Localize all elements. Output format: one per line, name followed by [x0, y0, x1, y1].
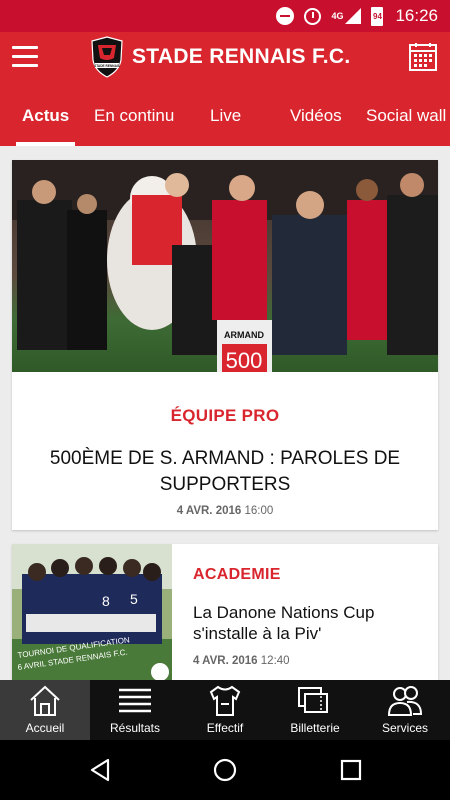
battery-level: 94: [373, 11, 382, 21]
signal-icon: 4G: [331, 8, 362, 24]
article-title: 500ÈME DE S. ARMAND : PAROLES DE SUPPORT…: [49, 448, 401, 495]
tickets-icon: [298, 687, 328, 713]
tab-live[interactable]: Live: [206, 86, 245, 146]
jersey-icon: [209, 685, 241, 716]
hamburger-menu-icon[interactable]: [12, 46, 38, 68]
placard-number: 500: [226, 348, 263, 372]
tab-social-wall[interactable]: Social wall: [362, 86, 450, 146]
nav-services[interactable]: Services: [360, 680, 450, 740]
tab-en-continu[interactable]: En continu: [90, 86, 178, 146]
article-date-day: 4 AVR. 2016: [176, 505, 242, 517]
nav-label: Effectif: [206, 721, 244, 735]
svg-text:5: 5: [130, 591, 138, 607]
nav-billetterie[interactable]: Billetterie: [270, 680, 360, 740]
nav-accueil[interactable]: Accueil: [0, 680, 90, 740]
alarm-icon: [304, 7, 322, 25]
home-icon: [30, 685, 60, 716]
recent-apps-icon[interactable]: [339, 758, 363, 782]
article-date-time: 16:00: [244, 505, 274, 517]
nav-resultats[interactable]: Résultats: [90, 680, 180, 740]
app-bar: STADE RENNAIS STADE RENNAIS F.C.: [0, 32, 450, 86]
crest-text: STADE RENNAIS: [94, 64, 120, 68]
battery-icon: 94: [371, 6, 384, 26]
calendar-icon[interactable]: [408, 42, 438, 72]
tab-videos[interactable]: Vidéos: [286, 86, 346, 146]
app-title: STADE RENNAIS F.C.: [132, 45, 351, 68]
club-crest-logo: STADE RENNAIS: [91, 36, 123, 78]
nav-label: Accueil: [25, 721, 65, 735]
nav-label: Billetterie: [290, 721, 340, 735]
home-circle-icon[interactable]: [213, 758, 237, 782]
tab-actus[interactable]: Actus: [15, 86, 76, 146]
nav-effectif[interactable]: Effectif: [180, 680, 270, 740]
nav-label: Services: [381, 721, 428, 735]
do-not-disturb-icon: [276, 7, 295, 25]
results-list-icon: [119, 688, 151, 713]
bottom-navigation: Accueil Résultats Effectif Billetterie S…: [0, 680, 450, 740]
brand: STADE RENNAIS STADE RENNAIS F.C.: [90, 36, 351, 78]
services-people-icon: [387, 686, 423, 716]
news-feed: ARMAND 500 ÉQUIPE PRO 500ÈME DE S. ARMAN…: [0, 146, 450, 680]
article-photo: ARMAND 500: [12, 160, 438, 372]
back-icon[interactable]: [88, 758, 112, 782]
placard-name: ARMAND: [224, 330, 264, 340]
svg-text:8: 8: [102, 593, 110, 609]
article-card[interactable]: 8 5 TOURNOI DE QUALIFICATION 6 AVRIL STA…: [12, 544, 438, 680]
article-date: 4 AVR. 2016 12:40: [193, 655, 290, 667]
article-date: 4 AVR. 2016 16:00: [12, 505, 438, 517]
tab-bar: Actus En continu Live Vidéos Social wall: [0, 86, 450, 146]
article-date-day: 4 AVR. 2016: [193, 655, 258, 667]
status-bar: 4G 94 16:26: [0, 0, 450, 32]
article-date-time: 12:40: [260, 655, 290, 667]
article-category: ACADEMIE: [193, 566, 281, 583]
article-card[interactable]: ARMAND 500 ÉQUIPE PRO 500ÈME DE S. ARMAN…: [12, 160, 438, 530]
status-time: 16:26: [395, 6, 438, 25]
article-category: ÉQUIPE PRO: [170, 406, 280, 425]
article-title: La Danone Nations Cup s'installe à la Pi…: [193, 603, 375, 643]
system-navigation-bar: [0, 740, 450, 800]
network-label: 4G: [331, 11, 344, 21]
article-thumbnail: 8 5 TOURNOI DE QUALIFICATION 6 AVRIL STA…: [12, 544, 172, 680]
nav-label: Résultats: [109, 721, 161, 735]
